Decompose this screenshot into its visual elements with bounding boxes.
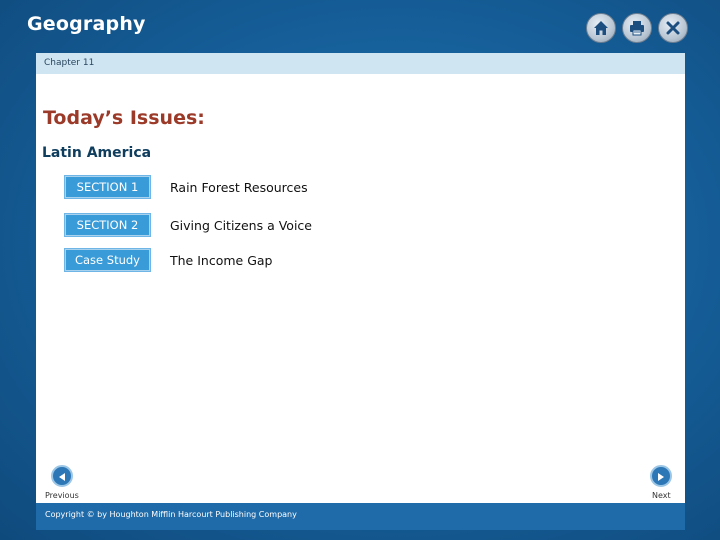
previous-button[interactable] bbox=[51, 465, 73, 487]
page-title: Today’s Issues: bbox=[43, 107, 205, 129]
next-label: Next bbox=[652, 491, 671, 500]
close-icon bbox=[664, 19, 682, 37]
section-2-tag[interactable]: SECTION 2 bbox=[64, 213, 151, 237]
previous-label: Previous bbox=[45, 491, 79, 500]
section-1-tag[interactable]: SECTION 1 bbox=[64, 175, 151, 199]
print-icon bbox=[628, 19, 646, 37]
app-title: Geography bbox=[27, 13, 146, 35]
close-button[interactable] bbox=[658, 13, 688, 43]
home-icon bbox=[592, 19, 610, 37]
next-button[interactable] bbox=[650, 465, 672, 487]
arrow-right-icon bbox=[656, 467, 666, 486]
chapter-bar: Chapter 11 bbox=[36, 53, 685, 74]
print-button[interactable] bbox=[622, 13, 652, 43]
arrow-left-icon bbox=[57, 467, 67, 486]
section-1-link[interactable]: Rain Forest Resources bbox=[170, 180, 308, 195]
page-subtitle: Latin America bbox=[42, 145, 152, 161]
section-2-link[interactable]: Giving Citizens a Voice bbox=[170, 218, 312, 233]
case-study-tag[interactable]: Case Study bbox=[64, 248, 151, 272]
list-item: SECTION 1 Rain Forest Resources bbox=[64, 175, 308, 199]
content-panel: Chapter 11 Today’s Issues: Latin America… bbox=[36, 53, 685, 530]
list-item: Case Study The Income Gap bbox=[64, 248, 272, 272]
case-study-link[interactable]: The Income Gap bbox=[170, 253, 272, 268]
list-item: SECTION 2 Giving Citizens a Voice bbox=[64, 213, 312, 237]
toolbar bbox=[586, 13, 688, 43]
home-button[interactable] bbox=[586, 13, 616, 43]
chapter-label: Chapter 11 bbox=[44, 58, 95, 68]
footer: Copyright © by Houghton Mifflin Harcourt… bbox=[36, 503, 685, 530]
copyright-text: Copyright © by Houghton Mifflin Harcourt… bbox=[45, 510, 297, 519]
